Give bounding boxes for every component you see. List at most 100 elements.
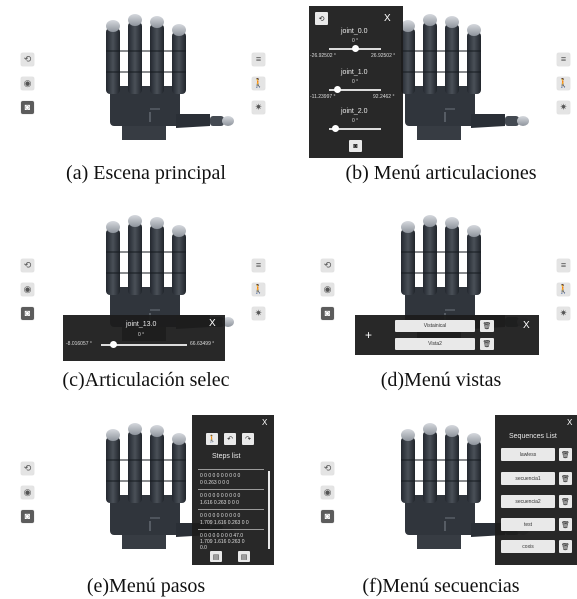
robot-hand-3d-view[interactable] [10,6,282,166]
gear-icon[interactable]: ✷ [252,307,265,320]
slider-handle[interactable] [332,125,339,132]
trash-icon[interactable]: 🗑 [480,320,494,332]
joint-min: -11.23997 ° [310,94,336,100]
joint-slider[interactable] [101,341,187,348]
step-line[interactable]: 0 0.263 0 0 0 [200,480,229,486]
panel-views-menu: ⟲ ◉ ◙ ≡ 🚶 ✷ + Vistainical 🗑 Vista2 🗑 X [305,207,577,367]
view-button[interactable]: Vista2 [395,338,475,350]
sequences-menu-overlay: X Sequences List lawless 🗑 secuencia1 🗑 … [495,415,577,565]
close-icon[interactable]: X [384,14,391,24]
walk-icon[interactable]: 🚶 [557,283,570,296]
reset-icon[interactable]: ⟲ [321,462,334,475]
close-icon[interactable]: X [567,419,572,427]
walk-icon[interactable]: 🚶 [252,283,265,296]
sequence-button[interactable]: secuencia1 [501,472,555,485]
divider [198,509,264,510]
joint-max: 26.92502 ° [371,53,396,59]
sequence-button[interactable]: secuencia2 [501,495,555,508]
joint-name: joint_13.0 [126,321,157,328]
view-button[interactable]: Vistainical [395,320,475,332]
reset-icon[interactable]: ⟲ [315,12,328,25]
menu-icon[interactable]: ≡ [557,53,570,66]
camera-icon[interactable]: ◙ [321,307,334,320]
joint-name: joint_1.0 [341,69,368,76]
camera-icon[interactable]: ◙ [349,140,362,152]
redo-icon[interactable]: ↷ [242,433,254,445]
target-icon[interactable]: ◉ [21,283,34,296]
step-line[interactable]: 0.0 [200,545,207,551]
joint-max: 66.63499 ° [190,341,215,347]
caption-e: (e)Menú pasos [86,575,206,597]
trash-icon[interactable]: 🗑 [559,448,572,461]
sequence-button[interactable]: lawless [501,448,555,461]
trash-icon[interactable]: 🗑 [480,338,494,350]
camera-icon[interactable]: ◙ [21,101,34,114]
gear-icon[interactable]: ✷ [252,101,265,114]
walk-icon[interactable]: 🚶 [252,77,265,90]
trash-icon[interactable]: 🗑 [559,495,572,508]
slider-handle[interactable] [352,45,359,52]
caption-f: (f)Menú secuencias [362,575,520,597]
gear-icon[interactable]: ✷ [557,101,570,114]
joint-min: -8.016057 ° [66,341,92,347]
close-icon[interactable]: X [262,419,267,427]
camera-icon[interactable]: ◙ [21,510,34,523]
reset-icon[interactable]: ⟲ [21,462,34,475]
views-menu-overlay: + Vistainical 🗑 Vista2 🗑 X [355,315,539,355]
menu-icon[interactable]: ≡ [557,259,570,272]
close-icon[interactable]: X [209,319,216,329]
camera-icon[interactable]: ◙ [321,510,334,523]
joint-max: 92.2462 ° [373,94,395,100]
reset-icon[interactable]: ⟲ [21,53,34,66]
target-icon[interactable]: ◉ [321,283,334,296]
add-step-icon[interactable]: ▤ [210,551,222,562]
camera-icon[interactable]: ◙ [21,307,34,320]
step-line[interactable]: 1.616 0.263 0 0 0 [200,500,239,506]
target-icon[interactable]: ◉ [21,486,34,499]
joint-slider[interactable] [329,86,381,93]
sequence-button[interactable]: test [501,518,555,531]
slider-handle[interactable] [334,86,341,93]
reset-icon[interactable]: ⟲ [21,259,34,272]
joint-name: joint_0.0 [341,28,368,35]
scrollbar[interactable] [268,471,270,549]
caption-b: (b) Menú articulaciones [345,162,537,184]
panel-steps-menu: ⟲ ◉ ◙ X 🚶 ↶ ↷ Steps list 0 0 0 0 0 0 0 0… [10,415,282,575]
panel-sequences-menu: ⟲ ◉ ◙ X Sequences List lawless 🗑 secuenc… [305,415,577,575]
joint-slider[interactable] [329,45,381,52]
walk-icon[interactable]: 🚶 [557,77,570,90]
target-icon[interactable]: ◉ [21,77,34,90]
reset-icon[interactable]: ⟲ [321,259,334,272]
joint-name: joint_2.0 [341,108,368,115]
divider [198,489,264,490]
joint-min: -26.92502 ° [310,53,336,59]
gear-icon[interactable]: ✷ [557,307,570,320]
joint-value: 0 ° [138,332,145,338]
joint-slider[interactable] [329,125,381,132]
steps-title: Steps list [212,453,241,460]
target-icon[interactable]: ◉ [321,486,334,499]
undo-icon[interactable]: ↶ [224,433,236,445]
hand-icon[interactable]: 🚶 [206,433,218,445]
panel-joints-menu: ≡ 🚶 ✷ ⟲ X joint_0.0 0 ° -26.92502 ° 26.9… [305,6,577,166]
sequences-title: Sequences List [509,433,557,440]
sequence-button[interactable]: coxis [501,540,555,553]
trash-icon[interactable]: 🗑 [559,472,572,485]
step-line[interactable]: 0 0 0 0 0 0 0 0 0 0 [200,473,240,479]
slider-handle[interactable] [110,341,117,348]
menu-icon[interactable]: ≡ [252,259,265,272]
plus-icon[interactable]: + [365,329,372,341]
caption-c: (c)Articulación selec [62,369,230,391]
joint-value: 0 ° [352,38,359,44]
caption-d: (d)Menú vistas [380,369,502,391]
trash-icon[interactable]: 🗑 [559,540,572,553]
menu-icon[interactable]: ≡ [252,53,265,66]
close-icon[interactable]: X [523,321,530,331]
panel-main-scene: ⟲ ◉ ◙ ≡ 🚶 ✷ [10,6,282,166]
step-line[interactable]: 0 0 0 0 0 0 0 0 0 0 [200,513,240,519]
step-line[interactable]: 1.709 1.616 0.263 0 0 [200,520,249,526]
step-line[interactable]: 0 0 0 0 0 0 0 0 0 0 [200,493,240,499]
trash-icon[interactable]: 🗑 [559,518,572,531]
list-icon[interactable]: ▤ [238,551,250,562]
joint-value: 0 ° [352,79,359,85]
